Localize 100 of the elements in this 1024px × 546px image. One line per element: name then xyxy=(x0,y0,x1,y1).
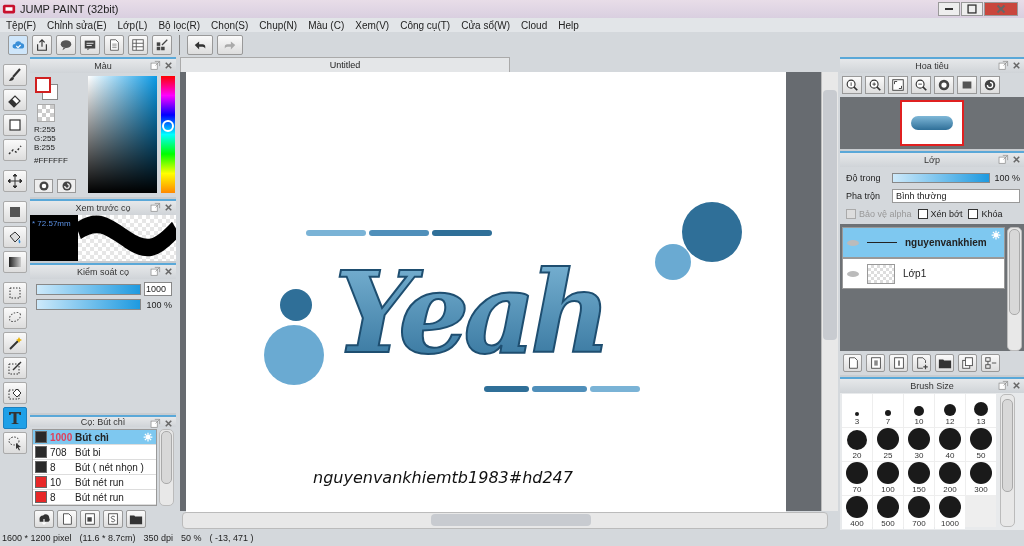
add-layer-button[interactable] xyxy=(912,354,931,372)
layer-button[interactable] xyxy=(866,354,885,372)
download-button[interactable] xyxy=(34,510,54,528)
comment-button[interactable] xyxy=(80,34,100,55)
edit-button[interactable] xyxy=(152,34,172,55)
brush-tool[interactable] xyxy=(3,64,27,86)
menu-item[interactable]: Bộ lọc(R) xyxy=(158,19,201,31)
layer-row[interactable]: Lớp1 xyxy=(842,258,1005,289)
document-tab[interactable]: Untitled xyxy=(180,57,510,72)
saturation-value-picker[interactable] xyxy=(88,76,157,193)
balloon-button[interactable] xyxy=(56,34,76,55)
menu-item[interactable]: Cloud xyxy=(521,19,548,31)
visibility-toggle[interactable] xyxy=(847,239,859,246)
brush-size-option[interactable]: 3 xyxy=(842,394,872,427)
menu-item[interactable]: Tệp(F) xyxy=(6,19,36,31)
folder-button[interactable] xyxy=(935,354,954,372)
menu-item[interactable]: Xem(V) xyxy=(355,19,390,31)
layer-row[interactable]: nguyenvankhiem xyxy=(842,227,1005,258)
scrollbar[interactable] xyxy=(159,429,174,506)
menu-item[interactable]: Help xyxy=(558,19,579,31)
canvas-page[interactable]: Yeah nguyenvankhiemtb1983#hd247 xyxy=(186,72,786,513)
menu-item[interactable]: Công cụ(T) xyxy=(400,19,451,31)
brush-list-item[interactable]: 8 Bút ( nét nhọn ) xyxy=(33,460,156,475)
close-icon[interactable] xyxy=(163,202,174,213)
move-tool[interactable] xyxy=(3,170,27,192)
scrollbar[interactable] xyxy=(1000,394,1015,527)
eraser-tool[interactable] xyxy=(3,89,27,111)
close-icon[interactable] xyxy=(163,418,174,429)
brush-size-option[interactable]: 1000 xyxy=(935,496,965,529)
brush-size-option[interactable]: 7 xyxy=(873,394,903,427)
blend-dropdown[interactable]: Bình thường xyxy=(892,188,1020,203)
brush-size-option[interactable]: 200 xyxy=(935,462,965,495)
brush-size-option[interactable]: 13 xyxy=(966,394,996,427)
brush-size-option[interactable]: 20 xyxy=(842,428,872,461)
brush-size-option[interactable]: 400 xyxy=(842,496,872,529)
dotted-line-tool[interactable] xyxy=(3,139,27,161)
brush-size-option[interactable]: 150 xyxy=(904,462,934,495)
menu-item[interactable]: Màu (C) xyxy=(308,19,345,31)
undo-button[interactable] xyxy=(187,34,213,55)
zoom-in-button[interactable] xyxy=(865,76,885,94)
brush-size-option[interactable]: 12 xyxy=(935,394,965,427)
hue-slider-thumb[interactable] xyxy=(162,120,174,133)
brush-list-item[interactable]: 8 Bút nét run xyxy=(33,490,156,505)
checkbox[interactable] xyxy=(917,208,928,219)
list-button[interactable] xyxy=(128,34,148,55)
brush-size-option[interactable]: 40 xyxy=(935,428,965,461)
value-field[interactable]: 1000 xyxy=(144,282,172,296)
menu-item[interactable]: Chỉnh sửa(E) xyxy=(47,19,107,31)
text-tool[interactable] xyxy=(3,407,27,429)
zoom-button[interactable] xyxy=(842,76,862,94)
brush-list-item[interactable]: 708 Bút bi xyxy=(33,445,156,460)
hue-slider[interactable] xyxy=(161,76,175,193)
menu-item[interactable]: Cửa sổ(W) xyxy=(461,19,511,31)
brush-size-option[interactable]: 70 xyxy=(842,462,872,495)
scrollbar[interactable] xyxy=(1007,227,1022,351)
opacity-slider-fill[interactable] xyxy=(893,173,990,182)
duplicate-button[interactable] xyxy=(958,354,977,372)
brush-size-option[interactable]: 100 xyxy=(873,462,903,495)
checkbox[interactable] xyxy=(968,208,979,219)
color-swatches[interactable] xyxy=(34,76,60,100)
close-icon[interactable] xyxy=(163,60,174,71)
layer-button[interactable] xyxy=(889,354,908,372)
brush-size-option[interactable]: 10 xyxy=(904,394,934,427)
menu-item[interactable]: Chụp(N) xyxy=(259,19,298,31)
script-button[interactable] xyxy=(103,510,123,528)
magic-wand-tool[interactable] xyxy=(3,332,27,354)
newlayer-button[interactable] xyxy=(57,510,77,528)
close-icon[interactable] xyxy=(1011,380,1022,391)
gradient-tool[interactable] xyxy=(3,251,27,273)
visibility-toggle[interactable] xyxy=(847,270,859,277)
horizontal-scrollbar[interactable] xyxy=(182,512,828,529)
brush-list-item[interactable]: 10 Bút nét run xyxy=(33,475,156,490)
menu-item[interactable]: Chọn(S) xyxy=(211,19,249,31)
brush-list-item[interactable]: 1000 Bút chì xyxy=(33,430,156,445)
fit-button[interactable] xyxy=(888,76,908,94)
rotate-right-button[interactable] xyxy=(980,76,1000,94)
transparent-swatch[interactable] xyxy=(37,104,55,122)
share-button[interactable] xyxy=(32,34,52,55)
brush-size-option[interactable]: 50 xyxy=(966,428,996,461)
folder-button[interactable] xyxy=(126,510,146,528)
paint-bucket-tool[interactable] xyxy=(3,226,27,248)
brush-size-option[interactable]: 25 xyxy=(873,428,903,461)
new-page-button[interactable] xyxy=(843,354,862,372)
vertical-scrollbar[interactable] xyxy=(821,72,838,511)
minimize-button[interactable] xyxy=(938,2,960,16)
zoom-out-button[interactable] xyxy=(911,76,931,94)
dashed-rectangle-tool[interactable] xyxy=(3,282,27,304)
filled-square-tool[interactable] xyxy=(3,201,27,223)
brush-size-option[interactable]: 700 xyxy=(904,496,934,529)
brush-size-option[interactable]: 300 xyxy=(966,462,996,495)
slider-fill[interactable] xyxy=(37,284,140,294)
eraser-selection-tool[interactable] xyxy=(3,382,27,404)
maximize-button[interactable] xyxy=(961,2,983,16)
rectangle-tool[interactable] xyxy=(3,114,27,136)
close-icon[interactable] xyxy=(163,266,174,277)
page-button[interactable] xyxy=(104,34,124,55)
merge-button[interactable] xyxy=(981,354,1000,372)
pen-selection-tool[interactable] xyxy=(3,357,27,379)
brush-size-option[interactable]: 30 xyxy=(904,428,934,461)
pointer-selection-tool[interactable] xyxy=(3,432,27,454)
